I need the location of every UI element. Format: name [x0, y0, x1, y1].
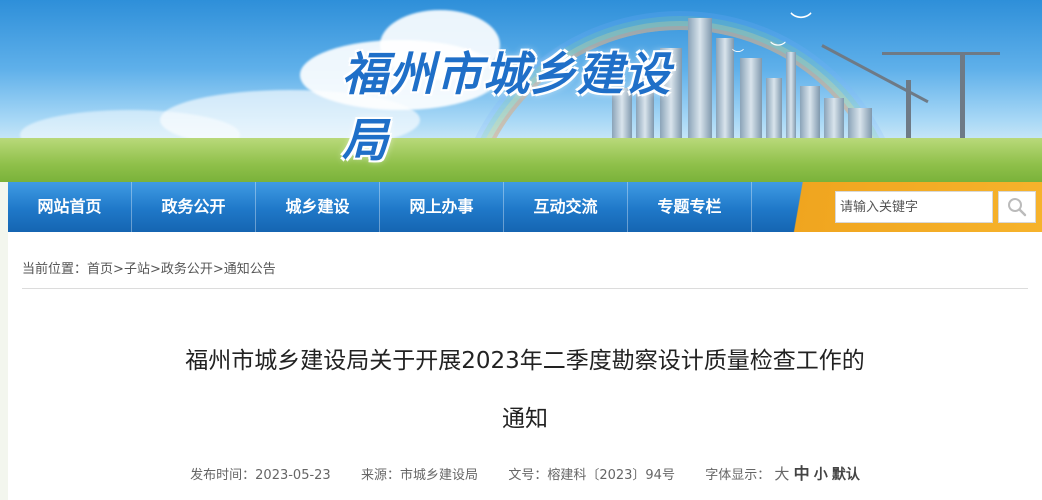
breadcrumb-separator: > — [149, 262, 161, 277]
source-value: 市城乡建设局 — [400, 468, 479, 483]
nav-item-interaction[interactable]: 互动交流 — [504, 182, 628, 232]
breadcrumb-separator: > — [212, 262, 224, 277]
breadcrumb-item-notices[interactable]: 通知公告 — [224, 262, 276, 277]
breadcrumb: 当前位置：首页>子站>政务公开>通知公告 — [22, 258, 276, 277]
font-size-small-button[interactable]: 小 — [814, 467, 828, 483]
article-title: 福州市城乡建设局关于开展2023年二季度勘察设计质量检查工作的 通知 — [48, 332, 1002, 448]
divider — [22, 288, 1028, 289]
published-label: 发布时间： — [190, 468, 256, 483]
nav-item-urban-rural-construction[interactable]: 城乡建设 — [256, 182, 380, 232]
building-decoration — [688, 18, 712, 148]
breadcrumb-prefix: 当前位置： — [22, 262, 88, 277]
article-meta: 发布时间：2023-05-23 来源：市城乡建设局 文号：榕建科〔2023〕94… — [8, 460, 1042, 484]
doc-number-value: 榕建科〔2023〕94号 — [547, 468, 675, 483]
breadcrumb-item-home[interactable]: 首页 — [87, 262, 113, 277]
bird-decoration: ︶ — [732, 48, 745, 62]
building-decoration — [740, 58, 762, 148]
article-title-line: 福州市城乡建设局关于开展2023年二季度勘察设计质量检查工作的 — [185, 348, 865, 374]
search-icon — [1008, 198, 1027, 217]
search-button[interactable] — [998, 191, 1036, 223]
crane-decoration — [882, 52, 1000, 55]
published-date: 2023-05-23 — [255, 468, 331, 483]
breadcrumb-item-substation[interactable]: 子站 — [124, 262, 150, 277]
search-input[interactable] — [835, 191, 993, 223]
search-bar — [788, 182, 1042, 232]
bird-decoration: ︶ — [790, 12, 813, 37]
font-size-large-button[interactable]: 大 — [774, 465, 789, 483]
main-nav: 网站首页 政务公开 城乡建设 网上办事 互动交流 专题专栏 — [8, 182, 1042, 232]
article-title-line: 通知 — [502, 406, 548, 432]
site-title: 福州市城乡建设局 — [342, 47, 671, 167]
nav-item-special-topics[interactable]: 专题专栏 — [628, 182, 752, 232]
doc-number-label: 文号： — [508, 468, 548, 483]
nav-item-online-services[interactable]: 网上办事 — [380, 182, 504, 232]
font-size-label: 字体显示： — [705, 468, 771, 483]
breadcrumb-item-government-affairs[interactable]: 政务公开 — [161, 262, 213, 277]
nav-item-government-affairs[interactable]: 政务公开 — [132, 182, 256, 232]
content-area: 当前位置：首页>子站>政务公开>通知公告 福州市城乡建设局关于开展2023年二季… — [8, 232, 1042, 500]
nav-item-home[interactable]: 网站首页 — [8, 182, 132, 232]
bird-decoration: ︶ — [770, 40, 787, 59]
font-size-medium-button[interactable]: 中 — [794, 464, 810, 483]
header-banner: ︶ ︶ ︶ 福州市城乡建设局 — [0, 0, 1042, 182]
font-size-default-button[interactable]: 默认 — [832, 467, 860, 483]
building-decoration — [786, 52, 796, 148]
breadcrumb-separator: > — [113, 262, 124, 277]
source-label: 来源： — [361, 468, 401, 483]
crane-decoration — [960, 52, 965, 152]
